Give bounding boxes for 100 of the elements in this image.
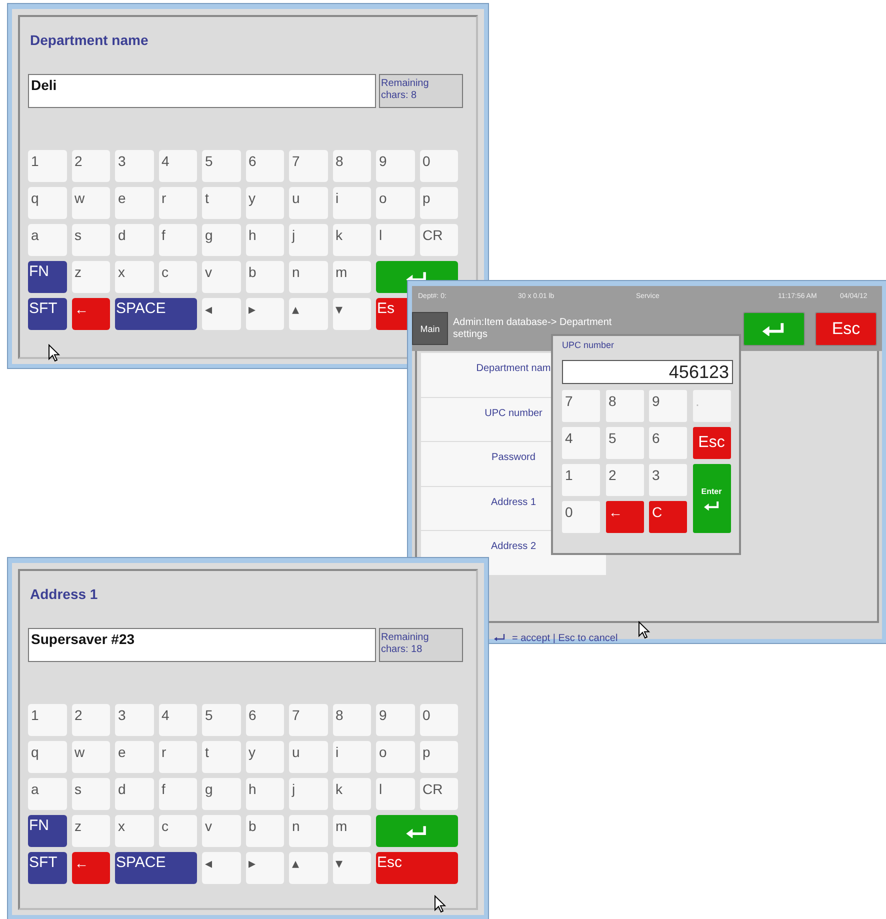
keyboard-key[interactable]: s: [72, 778, 110, 810]
keyboard-key[interactable]: r: [158, 741, 197, 773]
keyboard-key[interactable]: FN: [28, 261, 66, 293]
keyboard-key[interactable]: 3: [115, 704, 154, 736]
keyboard-key[interactable]: u: [289, 741, 328, 773]
keyboard-key[interactable]: q: [28, 741, 66, 773]
keyboard-key[interactable]: n: [289, 261, 328, 293]
keypad-key[interactable]: ←: [606, 501, 644, 533]
keyboard-key[interactable]: 7: [289, 704, 328, 736]
keyboard-key[interactable]: 1: [28, 704, 66, 736]
keypad-key[interactable]: 5: [606, 427, 644, 459]
keyboard-key[interactable]: q: [28, 187, 66, 219]
keyboard-key[interactable]: d: [115, 778, 154, 810]
keyboard-key[interactable]: ▾: [332, 852, 371, 884]
keyboard-key[interactable]: y: [246, 741, 284, 773]
keyboard-key[interactable]: w: [72, 741, 110, 773]
escape-button[interactable]: Esc: [815, 312, 877, 346]
keyboard-key[interactable]: ▴: [289, 852, 328, 884]
keyboard-key[interactable]: 8: [332, 150, 371, 182]
keyboard-key[interactable]: t: [202, 187, 240, 219]
keyboard-key[interactable]: z: [72, 815, 110, 847]
keyboard-key[interactable]: 5: [202, 704, 240, 736]
keyboard-key[interactable]: s: [72, 224, 110, 256]
keyboard-key[interactable]: h: [246, 778, 284, 810]
keyboard-key[interactable]: ▸: [246, 852, 284, 884]
keyboard-key[interactable]: 1: [28, 150, 66, 182]
keyboard-key[interactable]: 5: [202, 150, 240, 182]
keyboard-key[interactable]: 8: [332, 704, 371, 736]
keyboard-key[interactable]: m: [332, 261, 371, 293]
keypad-key[interactable]: 3: [649, 464, 687, 496]
keypad-key[interactable]: 9: [649, 390, 687, 422]
keypad-key[interactable]: 1: [562, 464, 600, 496]
keyboard-key[interactable]: j: [289, 224, 328, 256]
keyboard-key[interactable]: CR: [420, 224, 458, 256]
keyboard-key[interactable]: w: [72, 187, 110, 219]
keyboard-key[interactable]: x: [115, 261, 154, 293]
keyboard-key[interactable]: v: [202, 815, 240, 847]
keyboard-key[interactable]: c: [158, 815, 197, 847]
keyboard-key[interactable]: 2: [72, 150, 110, 182]
keyboard-key[interactable]: SPACE: [115, 852, 197, 884]
keyboard-key[interactable]: CR: [420, 778, 458, 810]
keypad-key[interactable]: 7: [562, 390, 600, 422]
keyboard-key[interactable]: m: [332, 815, 371, 847]
keyboard-key[interactable]: y: [246, 187, 284, 219]
keyboard-key[interactable]: ◂: [202, 298, 240, 330]
keyboard-key[interactable]: t: [202, 741, 240, 773]
keyboard-key[interactable]: f: [158, 224, 197, 256]
keyboard-key[interactable]: ▸: [246, 298, 284, 330]
keyboard-key[interactable]: ▴: [289, 298, 328, 330]
keypad-key[interactable]: 8: [606, 390, 644, 422]
keyboard-key[interactable]: 3: [115, 150, 154, 182]
keyboard-key[interactable]: 7: [289, 150, 328, 182]
keyboard-key[interactable]: g: [202, 224, 240, 256]
keyboard-key[interactable]: e: [115, 741, 154, 773]
accept-button[interactable]: [743, 312, 805, 346]
keyboard-key[interactable]: l: [376, 778, 414, 810]
keyboard-key[interactable]: z: [72, 261, 110, 293]
keyboard-key[interactable]: 0: [420, 150, 458, 182]
enter-key[interactable]: [376, 815, 458, 847]
keyboard-key[interactable]: FN: [28, 815, 66, 847]
keyboard-key[interactable]: ◂: [202, 852, 240, 884]
keyboard-key[interactable]: g: [202, 778, 240, 810]
keyboard-key[interactable]: p: [420, 741, 458, 773]
keypad-key[interactable]: 2: [606, 464, 644, 496]
keyboard-key[interactable]: e: [115, 187, 154, 219]
keyboard-key[interactable]: l: [376, 224, 414, 256]
keyboard-key[interactable]: 6: [246, 150, 284, 182]
keyboard-key[interactable]: u: [289, 187, 328, 219]
keypad-key[interactable]: 6: [649, 427, 687, 459]
keyboard-key[interactable]: 4: [158, 704, 197, 736]
keyboard-key[interactable]: k: [332, 778, 371, 810]
keyboard-key[interactable]: 6: [246, 704, 284, 736]
keyboard-key[interactable]: a: [28, 224, 66, 256]
keyboard-key[interactable]: a: [28, 778, 66, 810]
text-input-field[interactable]: Supersaver #23: [28, 628, 376, 662]
keyboard-key[interactable]: o: [376, 741, 414, 773]
keyboard-key[interactable]: j: [289, 778, 328, 810]
main-button[interactable]: Main: [412, 312, 448, 345]
keyboard-key[interactable]: SFT: [28, 298, 66, 330]
keyboard-key[interactable]: 0: [420, 704, 458, 736]
keyboard-key[interactable]: Esc: [376, 852, 458, 884]
keyboard-key[interactable]: x: [115, 815, 154, 847]
keyboard-key[interactable]: 9: [376, 704, 414, 736]
keyboard-key[interactable]: v: [202, 261, 240, 293]
keyboard-key[interactable]: ▾: [332, 298, 371, 330]
keypad-key[interactable]: Esc: [692, 427, 730, 459]
keypad-key[interactable]: 4: [562, 427, 600, 459]
keyboard-key[interactable]: k: [332, 224, 371, 256]
keyboard-key[interactable]: SFT: [28, 852, 66, 884]
keyboard-key[interactable]: ←: [72, 852, 110, 884]
keyboard-key[interactable]: 2: [72, 704, 110, 736]
text-input-field[interactable]: Deli: [28, 74, 376, 108]
keyboard-key[interactable]: i: [332, 187, 371, 219]
keyboard-key[interactable]: 9: [376, 150, 414, 182]
keypad-key[interactable]: 0: [562, 501, 600, 533]
keyboard-key[interactable]: h: [246, 224, 284, 256]
keyboard-key[interactable]: 4: [158, 150, 197, 182]
keyboard-key[interactable]: SPACE: [115, 298, 197, 330]
keyboard-key[interactable]: b: [246, 261, 284, 293]
keypad-key[interactable]: C: [649, 501, 687, 533]
